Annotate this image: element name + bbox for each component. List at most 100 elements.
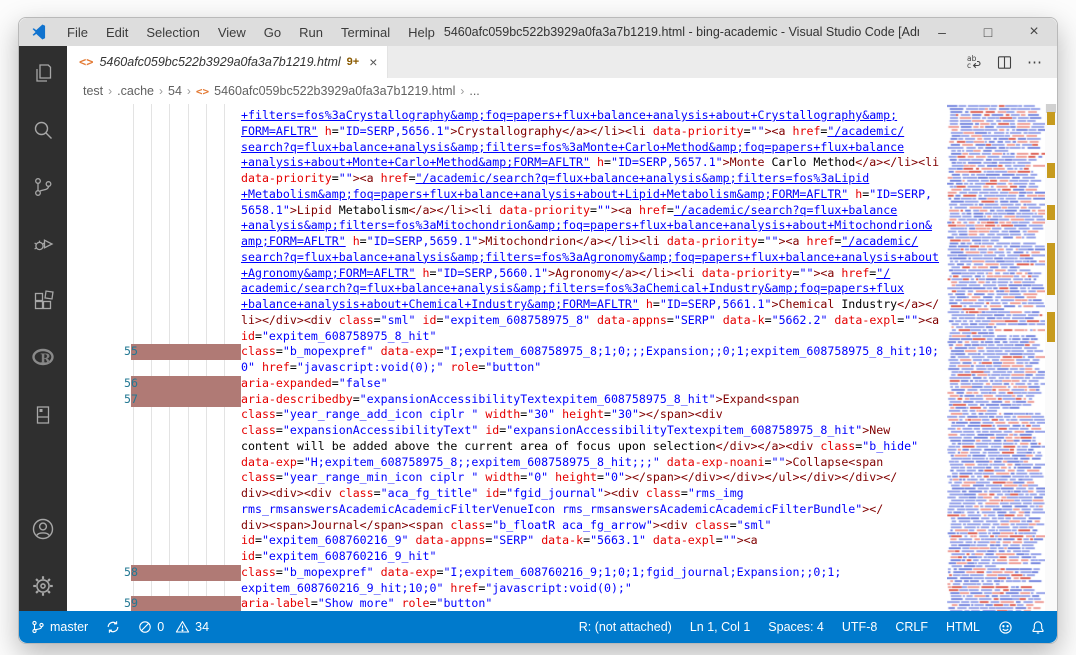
- code-line: 5658.1">Lipid Metabolism</a></li><li dat…: [241, 202, 898, 217]
- html-file-icon: <>: [79, 55, 94, 69]
- screen: File Edit Selection View Go Run Terminal Help 5…: [0, 0, 1076, 655]
- split-editor-icon[interactable]: [997, 55, 1012, 70]
- search-icon[interactable]: [30, 117, 56, 143]
- vscode-window: File Edit Selection View Go Run Terminal Help 5…: [18, 17, 1058, 644]
- vscode-logo: [32, 23, 46, 39]
- menu-go[interactable]: Go: [255, 18, 290, 46]
- tab-whitespace-highlight: [131, 391, 241, 408]
- code-line: expitem_608760216_9_hit;10;0" href="java…: [241, 580, 632, 595]
- code-line: rms_rmsanswersAcademicAcademicFilterVenu…: [241, 501, 884, 516]
- code-line: FORM=AFLTR" h="ID=SERP,5656.1">Crystallo…: [241, 123, 905, 138]
- breadcrumb-more[interactable]: ...: [469, 84, 479, 98]
- status-bar: master 0 34 R: (not attached) Ln 1, Col …: [19, 611, 1057, 643]
- code-line: id="expitem_608760216_9" data-appns="SER…: [241, 533, 758, 548]
- code-line: div><span>Journal</span><span class="b_f…: [241, 517, 772, 532]
- tab-filename: 5460afc059bc522b3929a0fa3a7b1219.html: [99, 55, 341, 69]
- encoding-status[interactable]: UTF-8: [842, 620, 877, 634]
- breadcrumb-test[interactable]: test: [83, 84, 103, 98]
- menu-help[interactable]: Help: [399, 18, 444, 46]
- tab-close-icon[interactable]: ×: [369, 54, 377, 70]
- tab-whitespace-highlight: [131, 564, 241, 581]
- eol-status[interactable]: CRLF: [895, 620, 928, 634]
- title-bar: File Edit Selection View Go Run Terminal Help 5…: [19, 18, 1057, 46]
- line-number: 57: [124, 391, 138, 406]
- breadcrumb-separator: ›: [460, 84, 465, 98]
- language-mode[interactable]: HTML: [946, 620, 980, 634]
- code-line: id="expitem_608758975_8_hit": [241, 328, 437, 343]
- indentation-status[interactable]: Spaces: 4: [768, 620, 824, 634]
- sync-icon: [106, 620, 120, 634]
- code-line: li></div><div class="sml" id="expitem_60…: [241, 312, 940, 327]
- code-line: amp;FORM=AFLTR" h="ID=SERP,5659.1">Mitoc…: [241, 234, 919, 248]
- r-session-status[interactable]: R: (not attached): [579, 620, 672, 634]
- menu-file[interactable]: File: [58, 18, 97, 46]
- maximize-button[interactable]: □: [965, 18, 1011, 46]
- editor-tab[interactable]: <> 5460afc059bc522b3929a0fa3a7b1219.html…: [67, 46, 389, 78]
- svg-text:R: R: [40, 352, 51, 367]
- minimap[interactable]: [947, 104, 1045, 611]
- code-line: class="b_mopexpref" data-exp="I;expitem_…: [241, 564, 842, 579]
- menu-run[interactable]: Run: [290, 18, 332, 46]
- menu-terminal[interactable]: Terminal: [332, 18, 399, 46]
- code-line: data-exp="H;expitem_608758975_8;;expitem…: [241, 454, 884, 469]
- run-and-debug-icon[interactable]: [30, 231, 56, 257]
- tab-whitespace-highlight: [131, 344, 241, 360]
- code-line: +analysis+about+Monte+Carlo+Method&amp;F…: [241, 155, 940, 170]
- code-line: +Agronomy&amp;FORM=AFLTR" h="ID=SERP,566…: [241, 265, 891, 280]
- code-line: class="year_range_add_icon ciplr " width…: [241, 407, 723, 422]
- cursor-position[interactable]: Ln 1, Col 1: [690, 620, 750, 634]
- more-actions-icon[interactable]: ⋯: [1027, 53, 1043, 71]
- minimize-button[interactable]: –: [919, 18, 965, 46]
- r-language-icon[interactable]: R: [30, 345, 56, 371]
- close-button[interactable]: ×: [1011, 18, 1057, 46]
- word-wrap-icon[interactable]: ab c: [966, 54, 982, 70]
- sync-status[interactable]: [106, 620, 120, 634]
- extensions-icon[interactable]: [30, 288, 56, 314]
- menu-selection[interactable]: Selection: [137, 18, 208, 46]
- code-line: search?q=flux+balance+analysis&amp;filte…: [241, 249, 940, 264]
- line-number: 59: [124, 596, 138, 611]
- problems-status[interactable]: 0 34: [138, 620, 209, 634]
- notifications-bell-icon[interactable]: [1031, 620, 1045, 635]
- settings-icon[interactable]: [30, 573, 56, 599]
- breadcrumb-cache[interactable]: .cache: [117, 84, 154, 98]
- breadcrumb-separator: ›: [159, 84, 163, 98]
- breadcrumb-file-icon: <>: [195, 84, 210, 98]
- code-line: div><div><div class="aca_fg_title" id="f…: [241, 486, 744, 500]
- code-line: 0" href="javascript:void(0);" role="butt…: [241, 360, 542, 374]
- warning-marker: [1047, 312, 1055, 342]
- code-line: class="year_range_min_icon ciplr " width…: [241, 470, 898, 485]
- code-line: +Metabolism&amp;foq=papers+flux+balance+…: [241, 186, 933, 201]
- errors-count: 0: [157, 620, 165, 634]
- code-line: +analysis&amp;filters=fos%3aMitochondrio…: [241, 218, 933, 233]
- remote-notebook-icon[interactable]: [30, 402, 56, 428]
- code-line: search?q=flux+balance+analysis&amp;filte…: [241, 139, 905, 154]
- code-line: +balance+analysis+about+Chemical+Industr…: [241, 297, 940, 311]
- menu-edit[interactable]: Edit: [97, 18, 137, 46]
- code-line: aria-describedby="expansionAccessibility…: [241, 391, 800, 406]
- git-branch-status[interactable]: master: [31, 620, 88, 634]
- tab-bar: <> 5460afc059bc522b3929a0fa3a7b1219.html…: [67, 46, 1057, 78]
- line-number: 58: [124, 564, 138, 579]
- account-icon[interactable]: [30, 516, 56, 542]
- code-area[interactable]: +filters=fos%3aCrystallography&amp;foq=p…: [67, 104, 1057, 611]
- explorer-icon[interactable]: [30, 60, 56, 86]
- warning-marker: [1047, 243, 1055, 295]
- code-line: class="expansionAccessibilityText" id="e…: [241, 423, 891, 437]
- warning-marker: [1047, 112, 1055, 125]
- tab-whitespace-highlight: [131, 375, 241, 392]
- warning-marker: [1047, 163, 1055, 178]
- feedback-smiley-icon[interactable]: [998, 620, 1013, 635]
- overview-ruler-scrollbar[interactable]: [1045, 104, 1057, 611]
- code-line: aria-expanded="false": [241, 375, 388, 390]
- source-control-icon[interactable]: [30, 174, 56, 200]
- menu-bar: File Edit Selection View Go Run Terminal Help: [58, 18, 444, 46]
- warning-marker: [1047, 205, 1055, 220]
- window-controls: – □ ×: [919, 18, 1057, 46]
- warnings-count: 34: [195, 620, 210, 634]
- line-number: 56: [124, 375, 138, 390]
- menu-view[interactable]: View: [209, 18, 255, 46]
- breadcrumb-54[interactable]: 54: [168, 84, 182, 98]
- code-line: id="expitem_608760216_9_hit": [241, 549, 437, 563]
- breadcrumb-filename[interactable]: 5460afc059bc522b3929a0fa3a7b1219.html: [214, 84, 455, 98]
